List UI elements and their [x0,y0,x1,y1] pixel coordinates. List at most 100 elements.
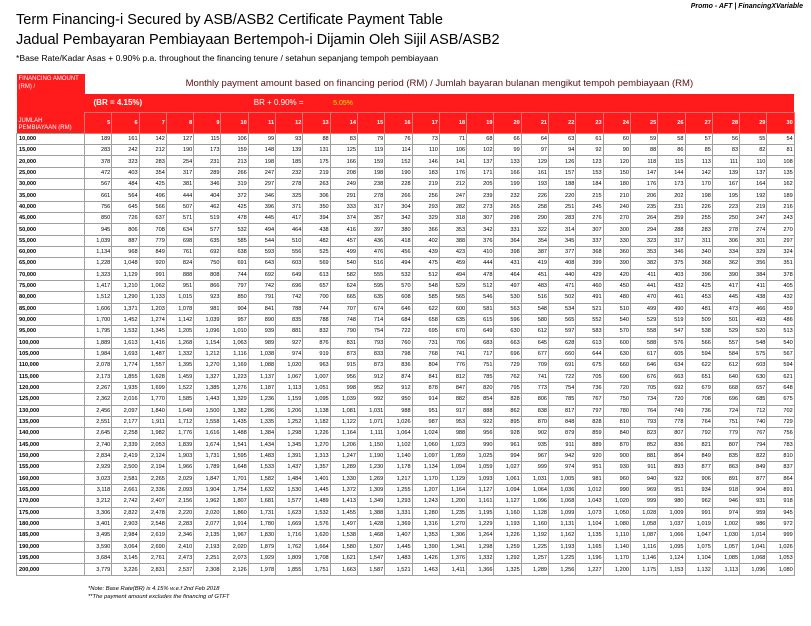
payment-cell: 785 [466,370,495,383]
period-header-cell: 11 [247,112,277,134]
payment-cell: 893 [657,461,686,474]
payment-cell: 1,087 [629,529,659,542]
payment-cell: 967 [520,449,550,463]
payment-cell: 1,847 [193,472,222,485]
payment-cell: 1,020 [275,359,304,372]
payment-cell: 501 [711,313,741,327]
financing-amount-cell: 145,000 [16,438,85,451]
payment-cell: 293 [411,200,440,214]
payment-cell: 213 [220,155,249,168]
payment-cell: 1,280 [411,506,440,519]
payment-cell: 754 [548,381,577,395]
payment-cell: 1,754 [220,483,249,497]
payment-cell: 1,731 [193,449,222,463]
financing-amount-cell: 40,000 [16,200,85,214]
payment-cell: 1,483 [247,449,277,463]
payment-cell: 462 [193,200,222,214]
payment-cell: 1,616 [193,427,222,440]
payment-cell: 1,192 [520,529,550,542]
payment-cell: 1,039 [329,393,358,406]
payment-cell: 1,512 [83,291,113,304]
financing-amount-cell: 185,000 [16,529,85,542]
payment-cell: 1,096 [739,563,768,576]
financing-amount-cell: 35,000 [16,189,85,202]
payment-cell: 375 [657,257,686,270]
financing-amount-cell: 130,000 [16,404,85,417]
payment-cell: 705 [629,381,659,395]
table-row: 20,000 378 323 283 254 231 213 198 185 175 166 159 1… [16,155,795,168]
payment-cell: 831 [329,336,358,349]
payment-cell: 956 [329,370,358,383]
payment-cell: 575 [739,347,768,361]
payment-cell: 708 [138,223,167,236]
payment-cell: 1,487 [138,347,167,361]
payment-cell: 767 [739,427,768,440]
payment-cell: 1,376 [438,551,468,565]
payment-cell: 1,353 [411,529,440,542]
payment-cell: 152 [384,155,413,168]
payment-cell: 459 [766,302,795,315]
payment-cell: 548 [411,279,440,293]
payment-cell: 741 [520,370,550,383]
payment-cell: 1,140 [602,540,631,553]
financing-amount-cell: 125,000 [16,393,85,406]
payment-cell: 510 [275,234,304,248]
payment-cell: 1,664 [302,540,331,553]
payment-cell: 1,982 [138,427,167,440]
payment-cell: 1,064 [384,427,413,440]
payment-cell: 3,145 [111,551,140,565]
financing-amount-cell: 65,000 [16,257,85,270]
payment-cell: 675 [575,359,604,372]
payment-cell: 859 [575,427,604,440]
payment-cell: 608 [384,291,413,304]
payment-cell: 760 [384,336,413,349]
payment-cell: 646 [384,302,413,315]
period-header-cell: 22 [548,112,577,134]
payment-cell: 2,097 [111,404,140,417]
payment-cell: 459 [438,257,468,270]
payment-cell: 1,190 [356,449,386,463]
payment-cell: 878 [411,381,440,395]
payment-cell: 1,327 [193,370,222,383]
payment-cell: 232 [275,166,304,180]
payment-cell: 888 [165,268,195,281]
payment-cell: 637 [138,212,167,225]
payment-cell: 900 [602,449,631,463]
payment-cell: 817 [548,404,577,417]
payment-cell: 357 [356,212,386,225]
payment-cell: 396 [247,200,277,214]
payment-cell: 1,131 [548,517,577,531]
payment-cell: 695 [411,325,440,338]
payment-cell: 131 [302,144,331,157]
payment-cell: 445 [711,291,741,304]
payment-cell: 988 [384,404,413,417]
payment-cell: 1,762 [275,540,304,553]
payment-cell: 397 [356,223,386,236]
payment-cell: 1,497 [329,517,358,531]
note-gtft: **The payment amount excludes the financ… [88,594,230,600]
payment-cell: 466 [739,302,768,315]
payment-cell: 92 [575,144,604,157]
table-row: 70,000 1,323 1,129 991 888 808 744 692 649 613 582… [16,268,795,281]
payment-cell: 999 [629,495,659,508]
payment-cell: 111 [711,155,741,168]
payment-cell: 558 [629,325,659,338]
payment-cell: 736 [575,381,604,395]
payment-cell: 864 [657,449,686,463]
payment-cell: 891 [711,472,741,485]
period-header-cell: 26 [657,112,686,134]
payment-cell: 1,048 [111,257,140,270]
payment-cell: 2,078 [83,359,113,372]
payment-cell: 133 [493,155,522,168]
payment-cell: 1,357 [302,461,331,474]
payment-cell: 354 [520,234,550,248]
payment-cell: 1,967 [220,529,249,542]
payment-cell: 821 [684,438,713,451]
payment-cell: 198 [684,189,713,202]
payment-cell: 1,541 [220,438,249,451]
payment-cell: 1,205 [165,325,195,338]
payment-cell: 1,270 [193,359,222,372]
table-row: 25,000 472 403 354 317 289 266 247 232 219 208 198 1… [16,166,795,180]
payment-cell: 754 [356,325,386,338]
payment-cell: 2,308 [193,563,222,576]
